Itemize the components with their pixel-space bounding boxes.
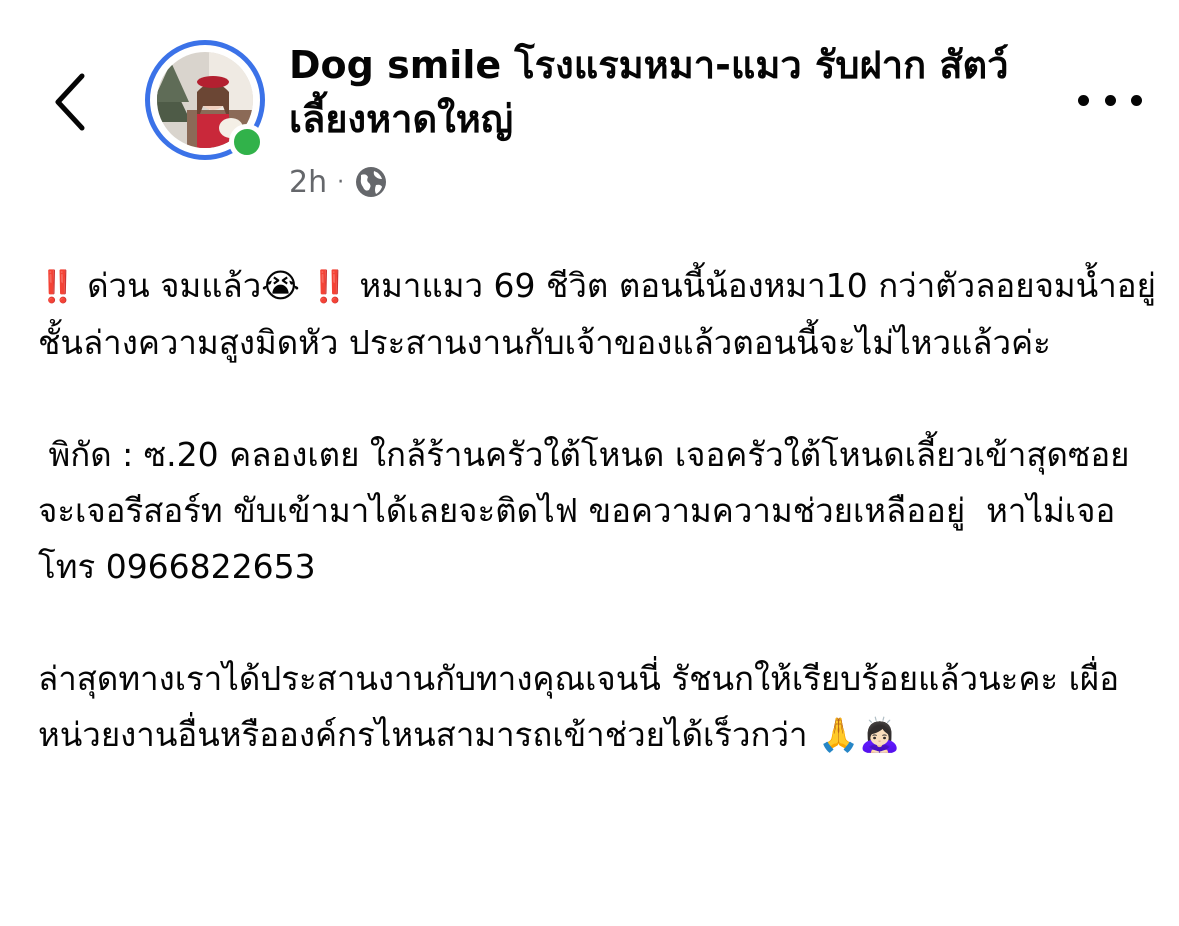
back-button[interactable]	[40, 62, 100, 142]
meta-separator: ·	[337, 169, 345, 195]
page-name-link[interactable]: Dog smile โรงแรมหมา-แมว รับฝาก สัตว์เลี้…	[289, 38, 1009, 146]
globe-icon	[356, 167, 387, 197]
crying-face-emoji: 😭	[261, 266, 300, 305]
online-status-indicator	[229, 124, 265, 160]
more-options-button[interactable]	[1078, 80, 1142, 120]
double-exclamation-emoji: ‼️	[310, 269, 349, 305]
more-dot	[1104, 94, 1116, 106]
more-dot	[1131, 94, 1142, 106]
urgent-text: ด่วน จมแล้ว	[87, 266, 262, 305]
pray-emoji: 🙏🙇🏻‍♀️	[818, 715, 901, 754]
double-exclamation-emoji: ‼️	[38, 269, 77, 305]
more-dot	[1078, 94, 1089, 106]
post-paragraph-urgent: ‼️ ด่วน จมแล้ว😭 ‼️ หมาแมว 69 ชีวิต ตอนนี…	[38, 258, 1158, 371]
post-text: ‼️ ด่วน จมแล้ว😭 ‼️ หมาแมว 69 ชีวิต ตอนนี…	[38, 258, 1158, 763]
post-paragraph-location: พิกัด : ซ.20 คลองเตย ใกล้ร้านครัวใต้โหนด…	[38, 435, 1130, 586]
post-timestamp[interactable]: 2h	[289, 165, 327, 200]
chevron-left-icon	[55, 73, 85, 131]
post-paragraph-update: ล่าสุดทางเราได้ประสานงานกับทางคุณเจนนี่ …	[38, 651, 1158, 763]
post-meta: 2h ·	[289, 160, 388, 204]
update-text: ล่าสุดทางเราได้ประสานงานกับทางคุณเจนนี่ …	[38, 659, 1120, 754]
